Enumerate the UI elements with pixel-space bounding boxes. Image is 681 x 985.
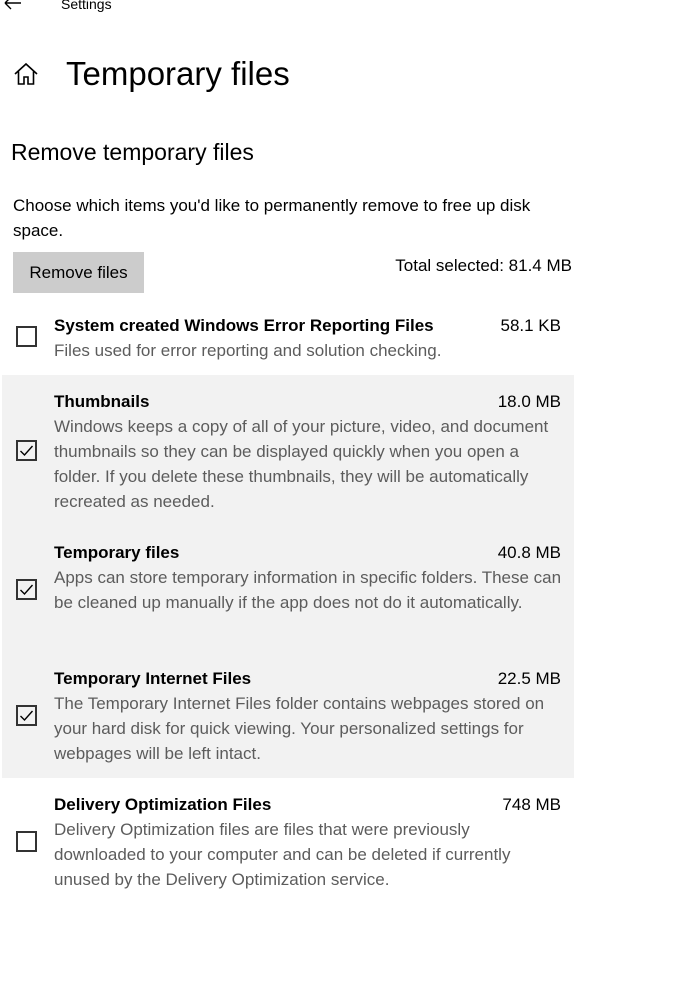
section-title: Remove temporary files bbox=[11, 139, 254, 165]
item-size: 22.5 MB bbox=[497, 669, 561, 688]
item-name: System created Windows Error Reporting F… bbox=[54, 316, 434, 335]
checkbox-checked[interactable] bbox=[16, 705, 37, 726]
item-size: 58.1 KB bbox=[500, 316, 562, 335]
item-name: Delivery Optimization Files bbox=[54, 795, 272, 814]
checkmark-icon bbox=[20, 584, 34, 596]
app-title: Settings bbox=[61, 0, 112, 12]
item-size: 40.8 MB bbox=[497, 543, 561, 562]
back-button[interactable] bbox=[2, 0, 24, 12]
checkbox-checked[interactable] bbox=[16, 440, 37, 461]
checkbox-checked[interactable] bbox=[16, 579, 37, 600]
item-description: Delivery Optimization files are files th… bbox=[54, 820, 511, 889]
section-description: Choose which items you'd like to permane… bbox=[13, 196, 531, 240]
remove-files-button[interactable]: Remove files bbox=[13, 252, 144, 293]
item-name: Thumbnails bbox=[54, 392, 150, 411]
list-item-temporary-files[interactable]: Temporary files 40.8 MB Apps can store t… bbox=[2, 526, 574, 652]
page-title: Temporary files bbox=[66, 55, 290, 92]
item-size: 18.0 MB bbox=[497, 392, 561, 411]
home-button[interactable] bbox=[13, 61, 39, 87]
item-name: Temporary files bbox=[54, 543, 180, 562]
list-item-delivery-optimization[interactable]: Delivery Optimization Files 748 MB Deliv… bbox=[2, 778, 574, 904]
list-item-thumbnails[interactable]: Thumbnails 18.0 MB Windows keeps a copy … bbox=[2, 375, 574, 526]
item-description: Windows keeps a copy of all of your pict… bbox=[54, 417, 549, 511]
back-arrow-icon bbox=[4, 0, 21, 10]
checkbox-unchecked[interactable] bbox=[16, 326, 37, 347]
checkbox-unchecked[interactable] bbox=[16, 831, 37, 852]
item-description: Apps can store temporary information in … bbox=[54, 568, 562, 612]
item-name: Temporary Internet Files bbox=[54, 669, 252, 688]
checkmark-icon bbox=[20, 445, 34, 457]
list-item-error-reporting[interactable]: System created Windows Error Reporting F… bbox=[2, 305, 574, 375]
list-item-temporary-internet-files[interactable]: Temporary Internet Files 22.5 MB The Tem… bbox=[2, 652, 574, 778]
checkmark-icon bbox=[20, 710, 34, 722]
item-description: The Temporary Internet Files folder cont… bbox=[54, 694, 545, 763]
item-description: Files used for error reporting and solut… bbox=[54, 341, 442, 360]
title-bar: Settings bbox=[0, 0, 681, 14]
home-icon bbox=[14, 62, 38, 85]
item-size: 748 MB bbox=[502, 795, 561, 814]
total-selected-label: Total selected: 81.4 MB bbox=[395, 256, 572, 275]
